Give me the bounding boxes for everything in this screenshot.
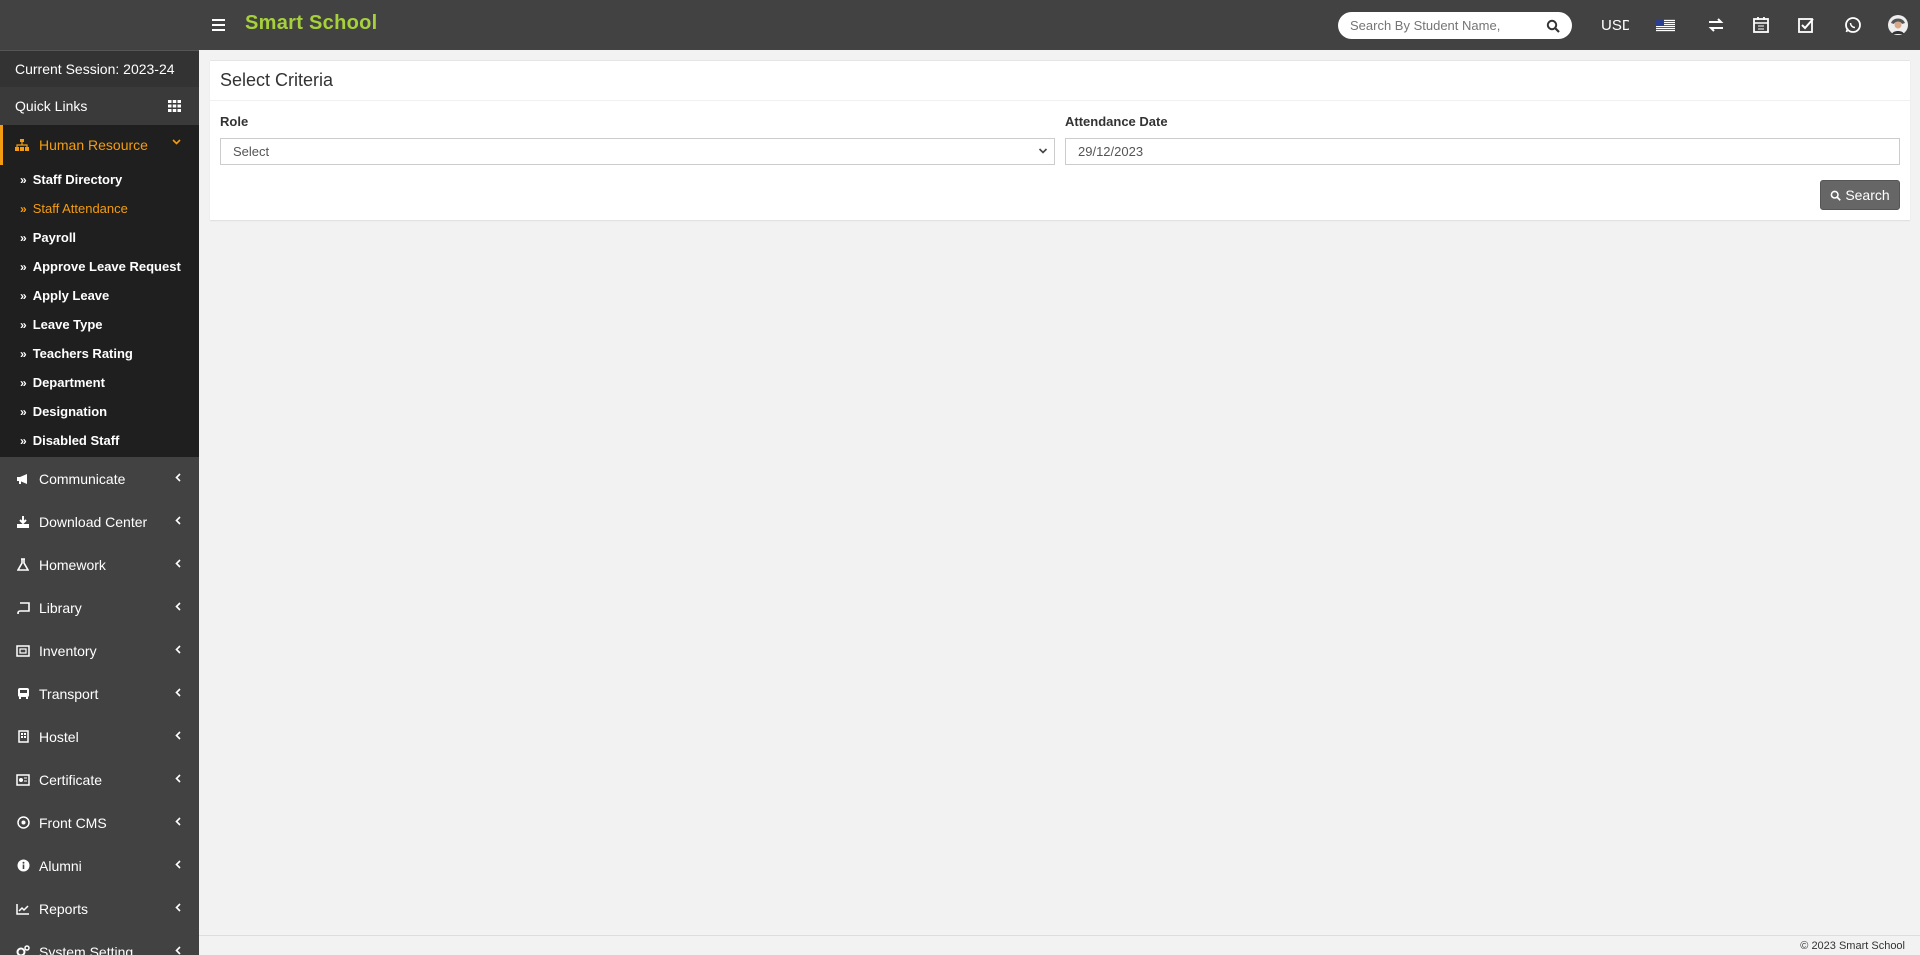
sidebar-item-front-cms[interactable]: Front CMS bbox=[0, 801, 199, 844]
chevron-left-icon bbox=[175, 559, 181, 568]
attendance-date-input[interactable]: 29/12/2023 bbox=[1065, 138, 1900, 165]
sidebar-item-leave-type[interactable]: » Leave Type bbox=[0, 310, 199, 339]
double-chevron-icon: » bbox=[20, 375, 27, 390]
current-session: Current Session: 2023-24 bbox=[0, 50, 199, 87]
brand-logo[interactable]: Smart School bbox=[245, 12, 378, 35]
cogs-icon bbox=[16, 945, 30, 955]
line-chart-icon bbox=[16, 903, 29, 915]
chevron-left-icon bbox=[175, 473, 181, 482]
sidebar-item-staff-attendance[interactable]: » Staff Attendance bbox=[0, 194, 199, 223]
sidebar-item-download-center[interactable]: Download Center bbox=[0, 500, 199, 543]
sidebar-item-alumni[interactable]: Alumni bbox=[0, 844, 199, 887]
menu-toggle-icon[interactable] bbox=[212, 16, 228, 34]
sidebar-item-department[interactable]: » Department bbox=[0, 368, 199, 397]
chevron-left-icon bbox=[175, 688, 181, 697]
sidebar-item-certificate[interactable]: Certificate bbox=[0, 758, 199, 801]
user-avatar-icon[interactable] bbox=[1887, 14, 1909, 36]
exchange-icon[interactable] bbox=[1706, 15, 1726, 35]
search-button-label: Search bbox=[1845, 187, 1890, 203]
chevron-left-icon bbox=[175, 731, 181, 740]
sidebar-item-apply-leave[interactable]: » Apply Leave bbox=[0, 281, 199, 310]
double-chevron-icon: » bbox=[20, 346, 27, 361]
chevron-left-icon bbox=[175, 946, 181, 955]
chevron-left-icon bbox=[175, 645, 181, 654]
role-select[interactable]: Select bbox=[220, 138, 1055, 165]
calendar-icon[interactable] bbox=[1751, 15, 1771, 35]
chevron-down-icon bbox=[172, 139, 181, 145]
sidebar-item-system-setting[interactable]: System Setting bbox=[0, 930, 199, 955]
bullhorn-icon bbox=[17, 473, 27, 484]
quick-links-label: Quick Links bbox=[15, 98, 88, 114]
human-resource-submenu: » Staff Directory » Staff Attendance » Payr… bbox=[0, 165, 199, 457]
attendance-date-value: 29/12/2023 bbox=[1078, 144, 1144, 159]
search-icon[interactable] bbox=[1546, 19, 1560, 33]
us-flag-icon[interactable] bbox=[1656, 19, 1675, 32]
student-search-input[interactable] bbox=[1350, 18, 1530, 33]
chevron-left-icon bbox=[175, 602, 181, 611]
sidebar-item-staff-directory[interactable]: » Staff Directory bbox=[0, 165, 199, 194]
sidebar-item-approve-leave-request[interactable]: » Approve Leave Request bbox=[0, 252, 199, 281]
building-icon bbox=[17, 730, 29, 743]
chevron-left-icon bbox=[175, 903, 181, 912]
currency-selector[interactable]: USD bbox=[1601, 17, 1629, 34]
double-chevron-icon: » bbox=[20, 433, 27, 448]
bus-icon bbox=[17, 688, 29, 699]
grid-icon[interactable] bbox=[168, 100, 181, 112]
sidebar-item-human-resource[interactable]: Human Resource bbox=[0, 125, 199, 165]
inventory-icon bbox=[16, 644, 30, 657]
sidebar-item-hostel[interactable]: Hostel bbox=[0, 715, 199, 758]
student-search-box bbox=[1338, 12, 1572, 39]
quick-links[interactable]: Quick Links bbox=[0, 87, 199, 125]
search-button[interactable]: Search bbox=[1820, 180, 1900, 210]
sidebar-item-reports[interactable]: Reports bbox=[0, 887, 199, 930]
sidebar-item-payroll[interactable]: » Payroll bbox=[0, 223, 199, 252]
double-chevron-icon: » bbox=[20, 404, 27, 419]
box-title: Select Criteria bbox=[210, 61, 1910, 101]
double-chevron-icon: » bbox=[20, 201, 27, 216]
flask-icon bbox=[17, 558, 29, 571]
sitemap-icon bbox=[15, 139, 29, 151]
chevron-left-icon bbox=[175, 516, 181, 525]
sidebar-item-communicate[interactable]: Communicate bbox=[0, 457, 199, 500]
search-icon bbox=[1830, 190, 1842, 201]
sidebar-item-designation[interactable]: » Designation bbox=[0, 397, 199, 426]
sidebar-item-teachers-rating[interactable]: » Teachers Rating bbox=[0, 339, 199, 368]
book-icon bbox=[16, 601, 30, 614]
chevron-left-icon bbox=[175, 774, 181, 783]
sidebar-item-transport[interactable]: Transport bbox=[0, 672, 199, 715]
double-chevron-icon: » bbox=[20, 317, 27, 332]
task-check-icon[interactable] bbox=[1796, 15, 1816, 35]
double-chevron-icon: » bbox=[20, 288, 27, 303]
chevron-left-icon bbox=[175, 860, 181, 869]
select-criteria-box: Select Criteria Role Select Attendance D… bbox=[210, 60, 1910, 220]
footer: © 2023 Smart School bbox=[199, 935, 1920, 955]
sidebar-item-inventory[interactable]: Inventory bbox=[0, 629, 199, 672]
sidebar-item-library[interactable]: Library bbox=[0, 586, 199, 629]
info-icon bbox=[17, 859, 29, 872]
role-select-value: Select bbox=[233, 144, 270, 159]
chevron-left-icon bbox=[175, 817, 181, 826]
human-resource-label: Human Resource bbox=[39, 137, 148, 153]
copyright-text: © 2023 Smart School bbox=[1800, 940, 1905, 952]
top-navbar: Smart School USD bbox=[0, 0, 1920, 50]
chevron-down-icon bbox=[1038, 148, 1048, 154]
cms-icon bbox=[16, 816, 30, 829]
sidebar: Current Session: 2023-24 Quick Links Hum… bbox=[0, 50, 199, 955]
download-icon bbox=[17, 515, 29, 528]
certificate-icon bbox=[16, 773, 30, 786]
whatsapp-icon[interactable] bbox=[1843, 15, 1863, 35]
attendance-date-label: Attendance Date bbox=[1065, 114, 1168, 129]
double-chevron-icon: » bbox=[20, 230, 27, 245]
double-chevron-icon: » bbox=[20, 172, 27, 187]
sidebar-item-disabled-staff[interactable]: » Disabled Staff bbox=[0, 426, 199, 455]
role-label: Role bbox=[220, 114, 249, 129]
sidebar-item-homework[interactable]: Homework bbox=[0, 543, 199, 586]
double-chevron-icon: » bbox=[20, 259, 27, 274]
